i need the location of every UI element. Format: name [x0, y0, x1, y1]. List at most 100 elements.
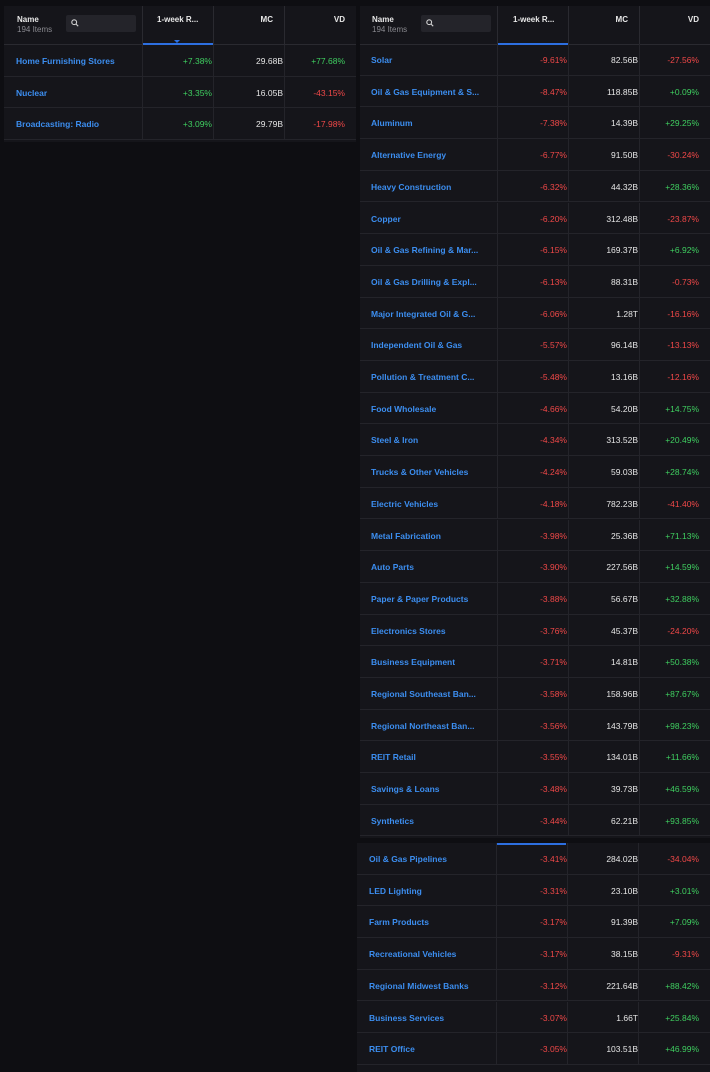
industry-name-link[interactable]: Heavy Construction — [371, 182, 493, 192]
column-divider — [638, 969, 639, 1001]
industry-name-link[interactable]: Food Wholesale — [371, 404, 493, 414]
industry-name-link[interactable]: Electronics Stores — [371, 626, 493, 636]
table-row[interactable]: Synthetics -3.44% 62.21B +93.85% — [360, 804, 710, 837]
table-row[interactable]: Alternative Energy -6.77% 91.50B -30.24% — [360, 139, 710, 171]
column-divider — [568, 265, 569, 297]
table-row[interactable]: Major Integrated Oil & G... -6.06% 1.28T -1… — [360, 297, 710, 330]
table-row[interactable]: Oil & Gas Pipelines -3.41% 284.02B -34.04% — [357, 843, 710, 875]
industry-name-link[interactable]: Regional Southeast Ban... — [371, 689, 493, 699]
industry-name-link[interactable]: Auto Parts — [371, 562, 493, 572]
table-row[interactable]: Regional Northeast Ban... -3.56% 143.79B +9… — [360, 709, 710, 742]
table-row[interactable]: Steel & Iron -4.34% 313.52B +20.49% — [360, 424, 710, 457]
industry-name-link[interactable]: Copper — [371, 214, 493, 224]
return-value: -7.38% — [540, 118, 567, 129]
industry-name-link[interactable]: Business Equipment — [371, 657, 493, 667]
table-row[interactable]: Broadcasting: Radio +3.09% 29.79B -17.98% — [4, 108, 356, 140]
industry-name-link[interactable]: REIT Office — [369, 1044, 491, 1054]
name-column-header[interactable]: Name 194 Items — [17, 15, 52, 34]
table-row[interactable]: Metal Fabrication -3.98% 25.36B +71.13% — [360, 519, 710, 552]
table-row[interactable]: Heavy Construction -6.32% 44.32B +28.36% — [360, 170, 710, 203]
table-row[interactable]: Electronics Stores -3.76% 45.37B -24.20% — [360, 614, 710, 647]
industry-name-link[interactable]: Farm Products — [369, 917, 491, 927]
return-column-header[interactable]: 1-week R... — [497, 6, 568, 45]
column-divider — [496, 843, 497, 874]
industry-name-link[interactable]: REIT Retail — [371, 752, 493, 762]
industry-name-link[interactable]: Oil & Gas Equipment & S... — [371, 87, 493, 97]
return-value: -6.15% — [540, 245, 567, 256]
market-cap-value: 91.39B — [611, 917, 638, 928]
return-header-label: 1-week R... — [513, 15, 555, 24]
table-row[interactable]: Regional Southeast Ban... -3.58% 158.96B +8… — [360, 678, 710, 710]
table-row[interactable]: Business Equipment -3.71% 14.81B +50.38% — [360, 646, 710, 678]
table-row[interactable]: Independent Oil & Gas -5.57% 96.14B -13.13% — [360, 329, 710, 361]
industry-name-link[interactable]: Regional Northeast Ban... — [371, 721, 493, 731]
table-row[interactable]: Auto Parts -3.90% 227.56B +14.59% — [360, 551, 710, 583]
industry-name-link[interactable]: Major Integrated Oil & G... — [371, 309, 493, 319]
mc-column-header[interactable]: MC — [213, 6, 284, 44]
table-row[interactable]: Pollution & Treatment C... -5.48% 13.16B -1… — [360, 361, 710, 393]
industry-name-link[interactable]: Solar — [371, 55, 493, 65]
column-divider — [496, 1033, 497, 1064]
table-header: Name 194 Items 1-week R... MC VD — [4, 6, 356, 45]
return-value: -3.98% — [540, 530, 567, 541]
table-row[interactable]: Home Furnishing Stores +7.38% 29.68B +77.68… — [4, 45, 356, 77]
table-row[interactable]: Recreational Vehicles -3.17% 38.15B -9.31% — [357, 938, 710, 970]
table-row[interactable]: Savings & Loans -3.48% 39.73B +46.59% — [360, 773, 710, 805]
industry-name-link[interactable]: Paper & Paper Products — [371, 594, 493, 604]
table-row[interactable]: Aluminum -7.38% 14.39B +29.25% — [360, 107, 710, 140]
industry-name-link[interactable]: Metal Fabrication — [371, 531, 493, 541]
table-row[interactable]: LED Lighting -3.31% 23.10B +3.01% — [357, 874, 710, 907]
vd-column-header[interactable]: VD — [639, 6, 710, 44]
return-column-header[interactable]: 1-week R... — [142, 6, 213, 45]
industry-name-link[interactable]: Steel & Iron — [371, 435, 493, 445]
industry-name-link[interactable]: Recreational Vehicles — [369, 949, 491, 959]
industry-name-link[interactable]: Oil & Gas Drilling & Expl... — [371, 277, 493, 287]
industry-name-link[interactable]: LED Lighting — [369, 886, 491, 896]
column-divider — [497, 614, 498, 646]
table-row[interactable]: Regional Midwest Banks -3.12% 221.64B +88.4… — [357, 969, 710, 1002]
name-column-header[interactable]: Name 194 Items — [372, 15, 407, 34]
table-row[interactable]: Copper -6.20% 312.48B -23.87% — [360, 202, 710, 235]
industry-name-link[interactable]: Business Services — [369, 1013, 491, 1023]
table-row[interactable]: Business Services -3.07% 1.66T +25.84% — [357, 1001, 710, 1034]
search-input[interactable] — [66, 15, 136, 32]
table-row[interactable]: Solar -9.61% 82.56B -27.56% — [360, 44, 710, 76]
table-row[interactable]: Farm Products -3.17% 91.39B +7.09% — [357, 906, 710, 939]
search-input[interactable] — [421, 15, 491, 32]
return-value: -6.13% — [540, 276, 567, 287]
table-row[interactable]: Paper & Paper Products -3.88% 56.67B +32.88… — [360, 582, 710, 615]
industry-name-link[interactable]: Nuclear — [16, 88, 138, 98]
table-row[interactable]: Oil & Gas Refining & Mar... -6.15% 169.37B… — [360, 234, 710, 266]
industry-name-link[interactable]: Pollution & Treatment C... — [371, 372, 493, 382]
market-cap-value: 312.48B — [606, 213, 638, 224]
industry-name-link[interactable]: Broadcasting: Radio — [16, 119, 138, 129]
column-divider — [497, 139, 498, 170]
industry-name-link[interactable]: Oil & Gas Refining & Mar... — [371, 245, 493, 255]
table-row[interactable]: Nuclear +3.35% 16.05B -43.15% — [4, 76, 356, 108]
industry-name-link[interactable]: Electric Vehicles — [371, 499, 493, 509]
table-row[interactable]: Oil & Gas Equipment & S... -8.47% 118.85B +… — [360, 75, 710, 108]
industry-name-link[interactable]: Savings & Loans — [371, 784, 493, 794]
vd-column-header[interactable]: VD — [284, 6, 357, 44]
industry-name-link[interactable]: Trucks & Other Vehicles — [371, 467, 493, 477]
industry-name-link[interactable]: Oil & Gas Pipelines — [369, 854, 491, 864]
industry-name-link[interactable]: Synthetics — [371, 816, 493, 826]
industry-name-link[interactable]: Aluminum — [371, 118, 493, 128]
table-row[interactable]: Oil & Gas Drilling & Expl... -6.13% 88.31B… — [360, 265, 710, 298]
industry-name-link[interactable]: Home Furnishing Stores — [16, 56, 138, 66]
column-divider — [568, 773, 569, 804]
column-divider — [497, 773, 498, 804]
table-row[interactable]: Electric Vehicles -4.18% 782.23B -41.40% — [360, 487, 710, 520]
table-row[interactable]: REIT Office -3.05% 103.51B +46.99% — [357, 1033, 710, 1065]
industry-name-link[interactable]: Alternative Energy — [371, 150, 493, 160]
column-divider — [567, 843, 568, 874]
volume-delta-value: +32.88% — [665, 593, 699, 604]
table-row[interactable]: REIT Retail -3.55% 134.01B +11.66% — [360, 741, 710, 774]
item-count: 194 Items — [17, 25, 53, 34]
table-row[interactable]: Food Wholesale -4.66% 54.20B +14.75% — [360, 392, 710, 425]
industry-name-link[interactable]: Regional Midwest Banks — [369, 981, 491, 991]
return-value: -4.18% — [540, 498, 567, 509]
table-row[interactable]: Trucks & Other Vehicles -4.24% 59.03B +28.7… — [360, 456, 710, 488]
industry-name-link[interactable]: Independent Oil & Gas — [371, 340, 493, 350]
mc-column-header[interactable]: MC — [568, 6, 639, 44]
